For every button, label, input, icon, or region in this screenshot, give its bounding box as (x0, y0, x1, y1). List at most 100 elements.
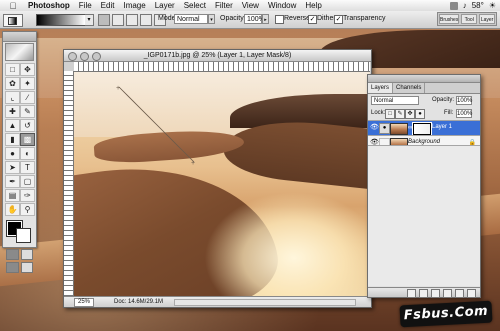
volume-icon[interactable]: ♪ (463, 1, 467, 10)
tool-preset-picker[interactable] (3, 14, 23, 27)
mode-select[interactable]: Normal (174, 14, 208, 24)
zoom-tool-icon[interactable]: ⚲ (20, 203, 35, 216)
dodge-tool-icon[interactable]: ◐ (20, 147, 35, 160)
background-color-swatch[interactable] (16, 228, 31, 243)
gradient-preview[interactable] (36, 14, 86, 26)
history-brush-tool-icon[interactable]: ↺ (20, 119, 35, 132)
opacity-arrow-icon[interactable]: ▸ (262, 14, 269, 24)
layer-opacity-label: Opacity: (432, 97, 455, 103)
menu-edit[interactable]: Edit (101, 0, 115, 11)
gradient-dropdown-icon[interactable]: ▾ (85, 14, 94, 26)
menu-window[interactable]: Window (268, 0, 296, 11)
screen-modes (3, 262, 36, 273)
full-screen-button[interactable] (20, 262, 33, 273)
menu-help[interactable]: Help (305, 0, 321, 11)
layer-mask-thumbnail[interactable] (412, 122, 432, 136)
new-set-button[interactable] (431, 289, 440, 298)
well-tab-tool[interactable]: Tool (461, 14, 478, 24)
lock-all-icon[interactable]: ● (415, 109, 425, 119)
add-mask-button[interactable] (419, 289, 428, 298)
dither-checkbox[interactable]: ✓ (308, 15, 317, 24)
layers-palette-titlebar[interactable] (368, 75, 480, 83)
healing-brush-tool-icon[interactable]: ✚ (5, 105, 20, 118)
layers-palette-buttons (368, 287, 480, 298)
hand-tool-icon[interactable]: ✋ (5, 203, 20, 216)
fill-field[interactable]: 100% (456, 109, 472, 118)
eraser-tool-icon[interactable]: ▮ (5, 133, 20, 146)
image-canvas[interactable]: + + (74, 72, 370, 296)
well-tab-brushes[interactable]: Brushes (439, 14, 460, 24)
menu-view[interactable]: View (242, 0, 259, 11)
pen-tool-icon[interactable]: ✒ (5, 175, 20, 188)
horizontal-scrollbar[interactable] (174, 299, 356, 306)
menu-file[interactable]: File (79, 0, 92, 11)
blend-row: Normal Opacity: 100% (368, 94, 480, 107)
blend-mode-select[interactable]: Normal (371, 96, 419, 105)
menubar-status-area: ♪ 58° ☀ (449, 0, 496, 11)
document-titlebar[interactable]: _IGP0171b.jpg @ 25% (Layer 1, Layer Mask… (64, 50, 371, 62)
document-size-info[interactable]: Doc: 14.6M/29.1M (114, 297, 163, 307)
document-title: _IGP0171b.jpg @ 25% (Layer 1, Layer Mask… (143, 52, 292, 59)
move-tool-icon[interactable]: ✥ (20, 63, 35, 76)
trash-icon[interactable] (467, 289, 476, 298)
menu-image[interactable]: Image (123, 0, 145, 11)
type-tool-icon[interactable]: T (20, 161, 35, 174)
well-tab-layer[interactable]: Layer (479, 14, 495, 24)
menu-select[interactable]: Select (184, 0, 206, 11)
path-selection-tool-icon[interactable]: ➤ (5, 161, 20, 174)
tab-channels[interactable]: Channels (393, 83, 426, 93)
app-switcher-icon[interactable] (449, 1, 458, 10)
lock-position-icon[interactable]: ✥ (405, 109, 415, 119)
marquee-tool-icon[interactable]: □ (5, 63, 20, 76)
horizontal-ruler[interactable] (74, 62, 370, 72)
menu-filter[interactable]: Filter (215, 0, 233, 11)
zoom-field[interactable]: 25% (74, 298, 94, 307)
gradient-tool-icon[interactable]: ▩ (20, 133, 35, 146)
chain-link-icon[interactable]: ∞ (408, 125, 412, 131)
lock-image-icon[interactable]: ✎ (395, 109, 405, 119)
reflected-gradient-button[interactable] (140, 14, 152, 26)
angle-gradient-button[interactable] (126, 14, 138, 26)
layer-mask-link-icon[interactable]: ● (379, 123, 390, 134)
eyedropper-tool-icon[interactable]: ✑ (20, 189, 35, 202)
magic-wand-tool-icon[interactable]: ✦ (20, 77, 35, 90)
mode-dropdown-icon[interactable]: ▾ (208, 14, 215, 24)
layer-opacity-field[interactable]: 100% (456, 96, 472, 105)
layer-style-button[interactable] (407, 289, 416, 298)
crop-tool-icon[interactable]: ⌞ (5, 91, 20, 104)
layer-thumbnail (390, 123, 408, 135)
standard-screen-button[interactable] (6, 262, 19, 273)
document-window: _IGP0171b.jpg @ 25% (Layer 1, Layer Mask… (63, 49, 372, 308)
notes-tool-icon[interactable]: ▤ (5, 189, 20, 202)
toolbox-titlebar[interactable] (3, 32, 36, 42)
tab-layers[interactable]: Layers (368, 83, 394, 93)
vertical-ruler[interactable] (64, 71, 74, 296)
menu-layer[interactable]: Layer (155, 0, 175, 11)
radial-gradient-button[interactable] (112, 14, 124, 26)
temperature-readout: 58° (471, 1, 484, 10)
visibility-eye-icon[interactable]: 👁 (370, 124, 379, 132)
opacity-label: Opacity: (220, 15, 246, 22)
layers-palette: Layers Channels Normal Opacity: 100% Loc… (367, 74, 481, 298)
transparency-checkbox[interactable]: ✓ (334, 15, 343, 24)
document-status-bar: 25% Doc: 14.6M/29.1M (64, 296, 371, 307)
quick-mask-mode-button[interactable] (20, 249, 33, 260)
slice-tool-icon[interactable]: ∕ (20, 91, 35, 104)
layer-row-layer-1[interactable]: 👁 ● ∞ Layer 1 (368, 120, 480, 136)
lasso-tool-icon[interactable]: ✿ (5, 77, 20, 90)
opacity-field[interactable]: 100% (244, 14, 265, 24)
dither-label: Dither (317, 15, 336, 22)
adjustment-layer-button[interactable] (443, 289, 452, 298)
lock-transparency-icon[interactable]: □ (385, 109, 395, 119)
new-layer-button[interactable] (455, 289, 464, 298)
photoshop-logo[interactable] (5, 43, 34, 61)
apple-menu-icon[interactable]:  (6, 1, 20, 11)
linear-gradient-button[interactable] (98, 14, 110, 26)
brush-tool-icon[interactable]: ✎ (20, 105, 35, 118)
clone-stamp-tool-icon[interactable]: ▲ (5, 119, 20, 132)
shape-tool-icon[interactable]: ▢ (20, 175, 35, 188)
menu-app-name[interactable]: Photoshop (28, 0, 70, 11)
reverse-checkbox[interactable] (275, 15, 284, 24)
blur-tool-icon[interactable]: ● (5, 147, 20, 160)
standard-mode-button[interactable] (6, 249, 19, 260)
